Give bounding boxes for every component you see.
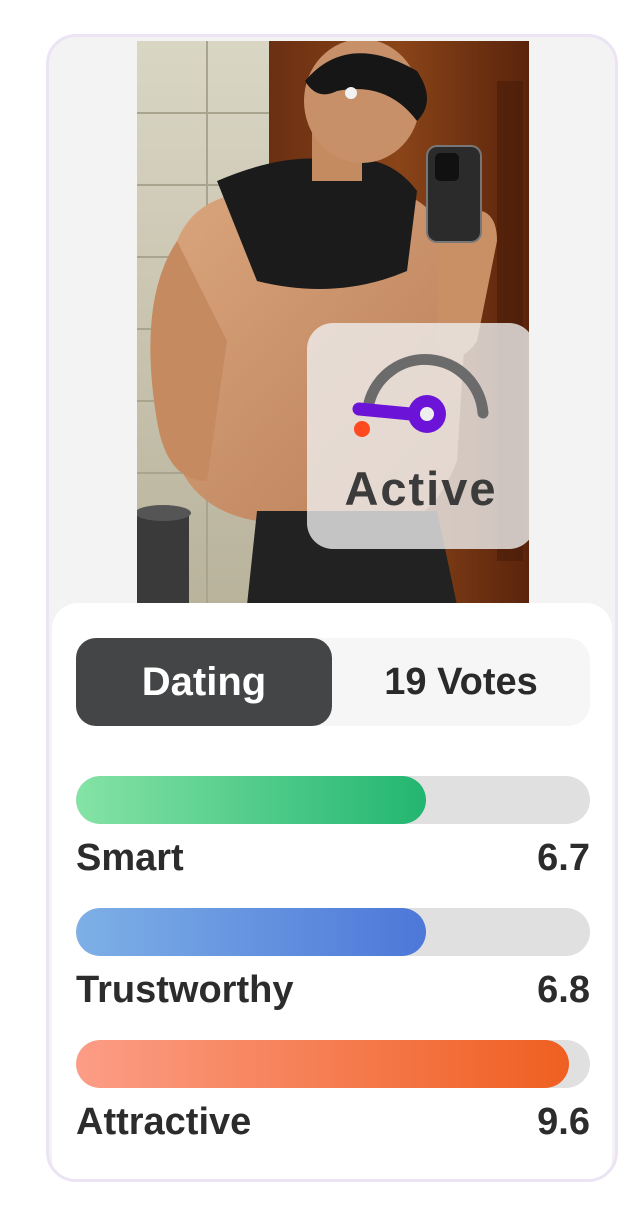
status-badge: Active — [307, 323, 529, 549]
metric-smart: Smart 6.7 — [76, 776, 590, 880]
progress-track — [76, 908, 590, 956]
progress-track — [76, 776, 590, 824]
votes-count: 19 Votes — [384, 660, 538, 703]
metric-value: 9.6 — [537, 1101, 590, 1143]
progress-track — [76, 1040, 590, 1088]
category-toggle: Dating 19 Votes — [76, 638, 590, 726]
progress-fill — [76, 1040, 570, 1088]
metric-trustworthy: Trustworthy 6.8 — [76, 908, 590, 1012]
status-label: Active — [344, 462, 498, 515]
metric-value: 6.7 — [537, 837, 590, 879]
metric-attractive: Attractive 9.6 — [76, 1040, 590, 1144]
speedometer-icon — [352, 353, 489, 437]
progress-fill — [76, 776, 426, 824]
metric-label: Trustworthy — [76, 969, 294, 1011]
rating-card: Active Dating 19 Votes Smart 6.7 Trustwo… — [46, 34, 618, 1182]
tab-dating[interactable]: Dating — [76, 638, 332, 726]
metric-label: Attractive — [76, 1101, 252, 1143]
metric-label: Smart — [76, 837, 184, 879]
rating-panel: Dating 19 Votes Smart 6.7 Trustworthy 6.… — [52, 603, 612, 1179]
metric-value: 6.8 — [537, 969, 590, 1011]
profile-photo: Active — [137, 41, 529, 605]
progress-fill — [76, 908, 426, 956]
